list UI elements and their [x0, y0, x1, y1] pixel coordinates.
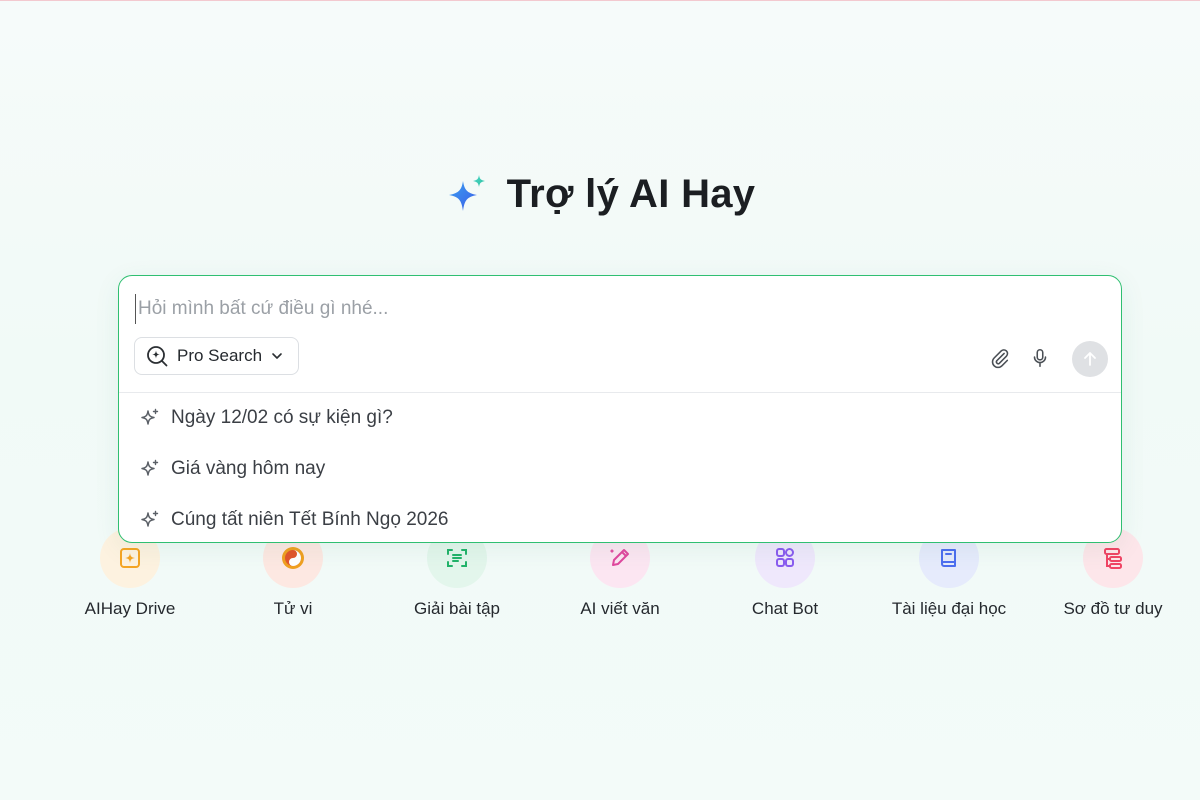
drive-icon [120, 548, 140, 568]
send-button[interactable] [1072, 341, 1108, 377]
tool-label: AIHay Drive [84, 599, 176, 618]
tool-label: Giải bài tập [414, 599, 500, 618]
suggestion-text: Ngày 12/02 có sự kiện gì? [171, 407, 393, 428]
tool-label: Tài liệu đại học [891, 599, 1007, 618]
chevron-down-icon [272, 353, 282, 359]
suggestion-text: Cúng tất niên Tết Bính Ngọ 2026 [171, 509, 449, 530]
grid-apps-icon [776, 548, 794, 567]
attach-button[interactable] [988, 346, 1012, 370]
suggestion-item[interactable]: Ngày 12/02 có sự kiện gì? [139, 407, 393, 429]
tools-row: AIHay Drive Tử vi Giải bài tập AI viết v… [48, 528, 1178, 628]
suggestion-text: Giá vàng hôm nay [171, 458, 326, 479]
sparkle-icon [141, 408, 159, 425]
sparkle-icon [141, 459, 159, 476]
page-header: Trợ lý AI Hay [0, 172, 1200, 217]
divider [119, 392, 1121, 393]
tool-label: Sơ đồ tư duy [1063, 599, 1163, 618]
suggestion-item[interactable]: Giá vàng hôm nay [139, 458, 325, 480]
pen-icon [610, 549, 629, 566]
microphone-icon [1033, 348, 1047, 368]
yin-yang-icon [282, 547, 304, 569]
pro-search-label: Pro Search [177, 346, 263, 365]
sparkle-icon [141, 510, 159, 527]
book-icon [941, 549, 956, 567]
tool-label: Chat Bot [751, 599, 819, 618]
tool-label: AI viết văn [580, 599, 660, 618]
tool-label: Tử vi [273, 599, 313, 618]
pro-search-dropdown[interactable]: Pro Search [134, 337, 300, 375]
page-title: Trợ lý AI Hay [506, 172, 756, 216]
arrow-up-icon [1084, 352, 1096, 366]
paperclip-icon [991, 349, 1009, 369]
search-card: Pro Search Ngày 12/02 có sự kiện gì? [118, 275, 1122, 543]
sparkle-logo-icon [448, 174, 485, 211]
search-input[interactable] [135, 294, 1040, 324]
mindmap-icon [1104, 548, 1122, 569]
search-sparkle-icon [147, 346, 168, 367]
top-border [0, 0, 1200, 1]
scan-doc-icon [447, 549, 467, 567]
voice-button[interactable] [1028, 346, 1052, 370]
suggestion-item[interactable]: Cúng tất niên Tết Bính Ngọ 2026 [139, 509, 448, 531]
